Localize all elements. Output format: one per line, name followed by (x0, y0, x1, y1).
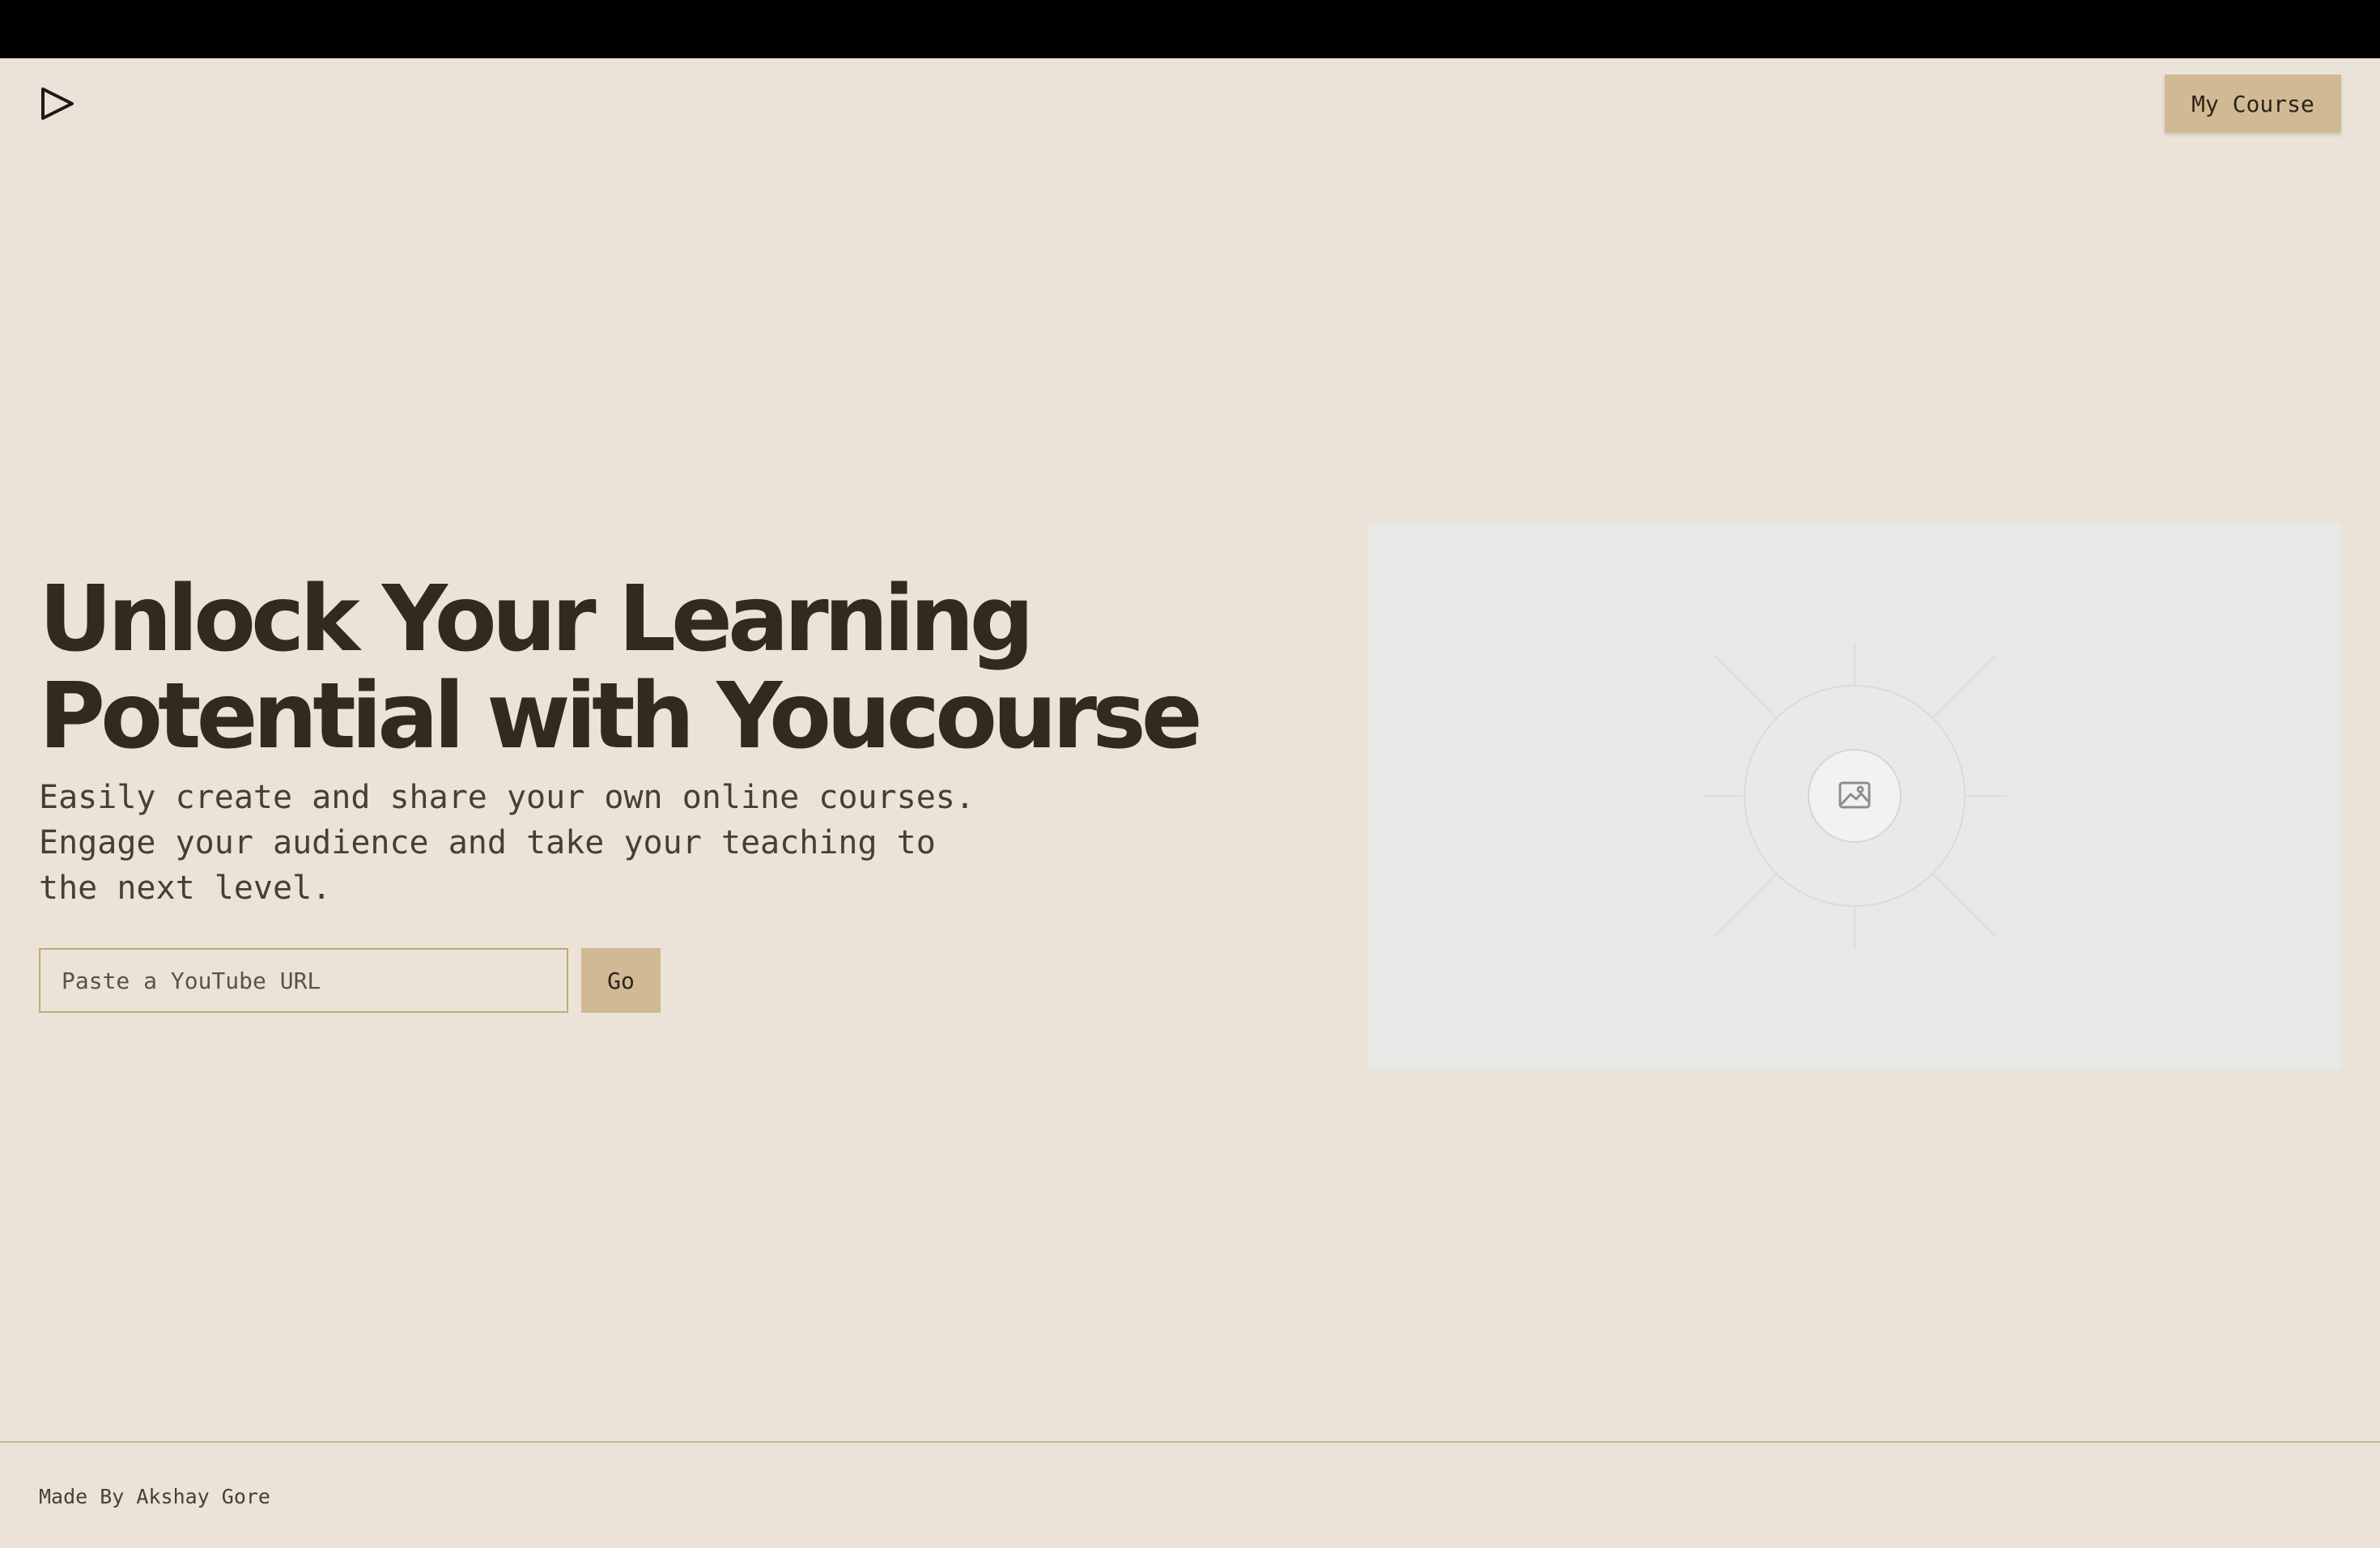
hero-title-line-1: Unlock Your Learning (39, 567, 1035, 672)
my-course-button[interactable]: My Course (2165, 74, 2341, 133)
hero-image-placeholder (1369, 522, 2341, 1070)
hero-subtitle-line-2: Engage your audience and take your teach… (39, 824, 936, 861)
image-placeholder-graphic (1702, 644, 2007, 948)
hero-text: Unlock Your Learning Potential with Youc… (39, 571, 1253, 911)
hero-title-line-2: Potential with Youcourse (39, 664, 1203, 769)
footer-credit: Made By Akshay Gore (39, 1485, 270, 1508)
youtube-url-form: Go (39, 948, 661, 1013)
play-triangle-icon[interactable] (39, 85, 76, 122)
header: My Course (0, 58, 2380, 147)
hero-subtitle-line-1: Easily create and share your own online … (39, 779, 975, 816)
youtube-url-input[interactable] (39, 948, 568, 1013)
hero-title: Unlock Your Learning Potential with Youc… (39, 571, 1253, 765)
footer: Made By Akshay Gore (0, 1441, 2380, 1548)
hero-subtitle: Easily create and share your own online … (39, 775, 1075, 911)
hero-subtitle-line-3: the next level. (39, 870, 332, 907)
top-black-bar (0, 0, 2380, 58)
page: My Course Unlock Your Learning Potential… (0, 0, 2380, 1548)
go-button[interactable]: Go (581, 948, 661, 1013)
